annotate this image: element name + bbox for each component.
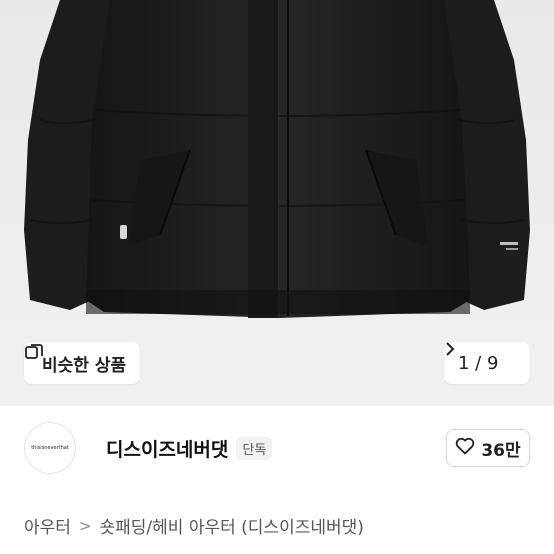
like-count: 36만 [481,440,521,461]
breadcrumb-item-outer[interactable]: 아우터 [24,513,71,538]
breadcrumb-separator: > [78,516,92,535]
breadcrumb-item-short-padding[interactable]: 숏패딩/헤비 아우터 (디스이즈네버댓) [100,513,364,538]
exclusive-badge: 단독 [236,436,273,460]
shop-name[interactable]: 디스이즈네버댓 [106,435,228,462]
product-image-gallery[interactable]: 비슷한 상품 1 / 9 [0,0,554,406]
shop-avatar[interactable]: thisisneverthat [24,422,76,474]
shop-info-row: thisisneverthat 디스이즈네버댓 단독 36만 [24,420,530,476]
heart-outline-icon [455,437,475,460]
image-pager[interactable]: 1 / 9 [444,342,530,384]
similar-products-label: 비슷한 상품 [42,355,127,376]
similar-products-button[interactable]: 비슷한 상품 [24,342,141,384]
shop-logo-text: thisisneverthat [31,445,69,451]
pager-counter: 1 / 9 [458,352,499,374]
like-button[interactable]: 36만 [446,429,530,467]
breadcrumb: 아우터 > 숏패딩/헤비 아우터 (디스이즈네버댓) [24,513,364,539]
